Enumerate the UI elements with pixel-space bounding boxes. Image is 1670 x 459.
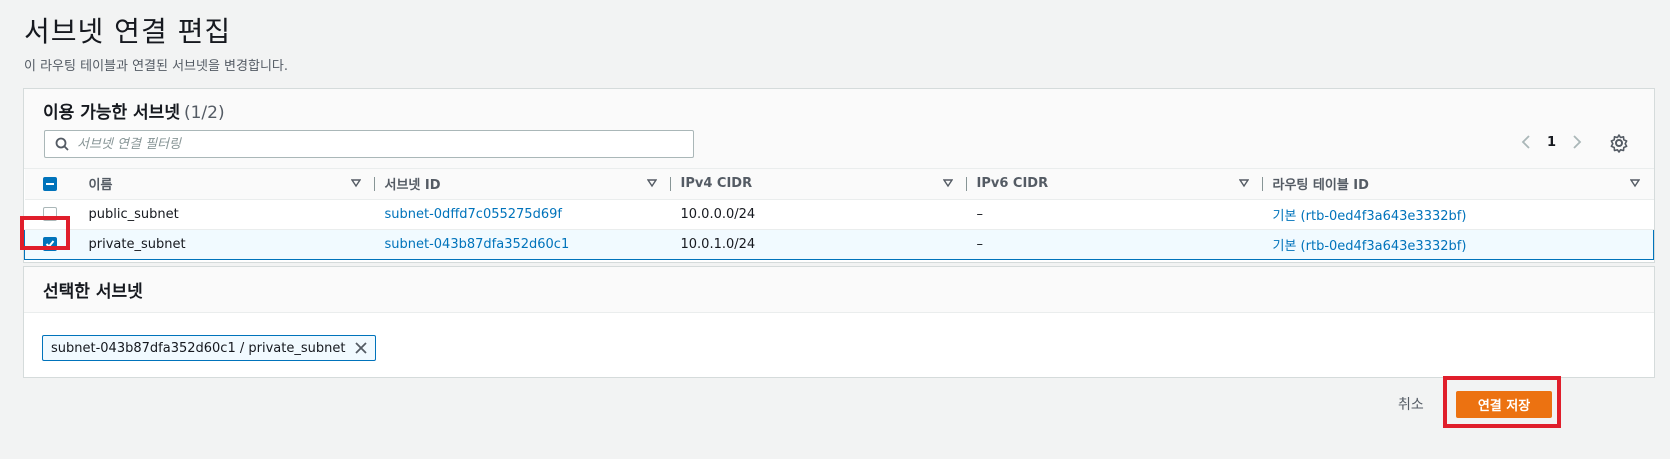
selected-subnets-panel: 선택한 서브넷 subnet-043b87dfa352d60c1 / priva… (23, 266, 1655, 378)
filter-search-box[interactable] (44, 130, 694, 158)
page-title: 서브넷 연결 편집 (24, 15, 232, 48)
selected-subnet-token: subnet-043b87dfa352d60c1 / private_subne… (42, 335, 377, 361)
subnet-name: private_subnet (78, 228, 375, 260)
chevron-right-icon[interactable] (1570, 133, 1584, 151)
subnet-name: public_subnet (78, 199, 375, 230)
filter-input[interactable] (77, 136, 657, 152)
select-all-checkbox[interactable] (42, 176, 57, 191)
column-header[interactable]: 이름 (78, 169, 375, 200)
ipv6-cidr: – (966, 199, 1263, 230)
route-table-link[interactable]: 기본 (rtb-0ed4f3a643e3332bf) (1273, 239, 1467, 254)
checkbox-highlight-box (20, 216, 70, 250)
sort-icon (646, 179, 657, 188)
column-label: 이름 (88, 178, 113, 194)
available-subnets-panel: 이용 가능한 서브넷(1/2) 1 이름 서브넷 ID IPv4 CIDR IP… (23, 88, 1655, 263)
pagination: 1 (1519, 133, 1584, 151)
selected-subnets-header: 선택한 서브넷 (24, 267, 1654, 313)
column-label: 라우팅 테이블 ID (1272, 178, 1369, 194)
table-header-row: 이름 서브넷 ID IPv4 CIDR IPv6 CIDR 라우팅 테이블 ID (24, 169, 1654, 200)
ipv4-cidr: 10.0.1.0/24 (670, 228, 967, 260)
close-icon[interactable] (355, 342, 368, 354)
subnet-id-link[interactable]: subnet-0dffd7c055275d69f (385, 207, 562, 222)
column-label: 서브넷 ID (384, 178, 441, 194)
subnets-table: 이름 서브넷 ID IPv4 CIDR IPv6 CIDR 라우팅 테이블 ID… (24, 169, 1654, 260)
selected-subnets-title: 선택한 서브넷 (43, 282, 143, 302)
search-icon (55, 137, 69, 151)
page-description: 이 라우팅 테이블과 연결된 서브넷을 변경합니다. (24, 59, 288, 74)
gear-icon[interactable] (1609, 133, 1629, 153)
token-label: subnet-043b87dfa352d60c1 / private_subne… (51, 340, 346, 356)
table-row[interactable]: private_subnet subnet-043b87dfa352d60c1 … (24, 228, 1654, 260)
subnet-id-link[interactable]: subnet-043b87dfa352d60c1 (385, 237, 570, 252)
panel-title-text: 이용 가능한 서브넷 (43, 103, 180, 123)
subnet-id-cell: subnet-043b87dfa352d60c1 (374, 228, 671, 260)
column-header[interactable]: 라우팅 테이블 ID (1262, 169, 1654, 200)
column-header[interactable]: 서브넷 ID (374, 169, 671, 200)
cancel-button[interactable]: 취소 (1398, 394, 1424, 414)
chevron-left-icon[interactable] (1519, 133, 1533, 151)
column-header[interactable]: IPv6 CIDR (966, 169, 1263, 200)
route-table-cell: 기본 (rtb-0ed4f3a643e3332bf) (1262, 228, 1654, 260)
sort-icon (350, 179, 361, 188)
route-table-link[interactable]: 기본 (rtb-0ed4f3a643e3332bf) (1273, 209, 1467, 224)
column-header[interactable]: IPv4 CIDR (670, 169, 967, 200)
sort-icon (942, 179, 953, 188)
route-table-cell: 기본 (rtb-0ed4f3a643e3332bf) (1262, 199, 1654, 230)
sort-icon (1238, 179, 1249, 188)
column-label: IPv6 CIDR (976, 176, 1049, 192)
page-number[interactable]: 1 (1547, 135, 1556, 150)
select-all-cell (24, 169, 79, 200)
subnet-id-cell: subnet-0dffd7c055275d69f (374, 199, 671, 230)
selection-count: (1/2) (183, 103, 225, 123)
available-subnets-title: 이용 가능한 서브넷 (1/2) (43, 98, 225, 123)
save-button-highlight-box (1443, 376, 1561, 428)
available-subnets-header: 이용 가능한 서브넷(1/2) 1 (24, 89, 1654, 169)
table-row[interactable]: public_subnet subnet-0dffd7c055275d69f 1… (24, 199, 1654, 230)
column-label: IPv4 CIDR (680, 176, 753, 192)
sort-icon (1629, 179, 1640, 188)
ipv4-cidr: 10.0.0.0/24 (670, 199, 967, 230)
ipv6-cidr: – (966, 228, 1263, 260)
